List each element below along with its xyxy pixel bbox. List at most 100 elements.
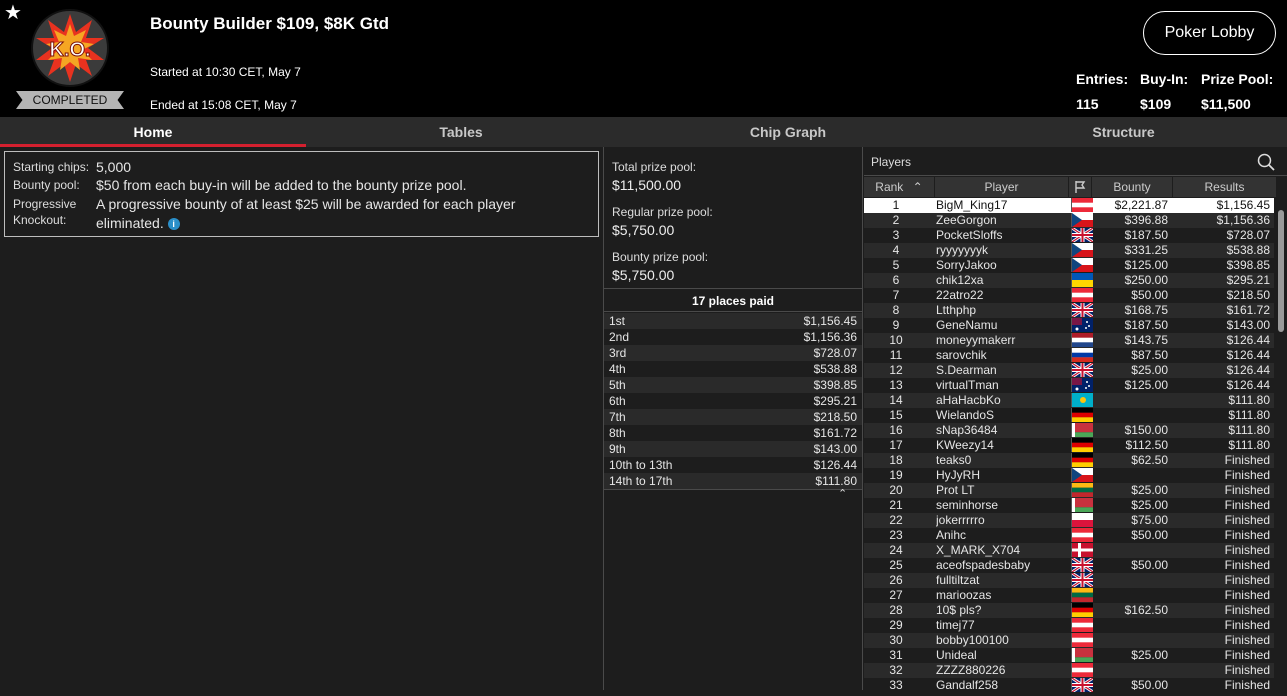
- player-rank: 32: [889, 663, 903, 677]
- player-row[interactable]: 16 sNap36484 $150.00 $111.80: [864, 423, 1274, 438]
- player-row[interactable]: 9 GeneNamu $187.50 $143.00: [864, 318, 1274, 333]
- player-name: bobby100100: [936, 633, 1009, 647]
- player-bounty: $62.50: [1131, 453, 1168, 467]
- player-rank: 22: [889, 513, 903, 527]
- player-row[interactable]: 10 moneyymakerr $143.75 $126.44: [864, 333, 1274, 348]
- player-bounty: $75.00: [1131, 513, 1168, 527]
- player-rank: 2: [892, 213, 900, 227]
- player-result: Finished: [1224, 588, 1270, 602]
- entries-label: Entries:: [1076, 71, 1129, 87]
- collapse-chevron-icon[interactable]: ⌃: [838, 487, 847, 500]
- player-name: ryyyyyyyk: [936, 243, 988, 257]
- player-row[interactable]: 23 Anihc $50.00 Finished: [864, 528, 1274, 543]
- player-rank: 26: [889, 573, 903, 587]
- de-flag-icon: [1071, 603, 1093, 617]
- player-row[interactable]: 24 X_MARK_X704 Finished: [864, 543, 1274, 558]
- player-name: ZZZZ880226: [936, 663, 1006, 677]
- player-row[interactable]: 2 ZeeGorgon $396.88 $1,156.36: [864, 213, 1274, 228]
- player-row[interactable]: 12 S.Dearman $25.00 $126.44: [864, 361, 1274, 379]
- payout-row: 14th to 17th $111.80: [604, 473, 862, 489]
- player-row[interactable]: 13 virtualTman $125.00 $126.44: [864, 378, 1274, 393]
- nl-flag-icon: [1071, 333, 1093, 347]
- tab-home[interactable]: Home: [0, 117, 306, 147]
- starting-chips-label: Starting chips:: [13, 160, 90, 174]
- column-flag[interactable]: [1069, 177, 1091, 197]
- player-result: $538.88: [1226, 243, 1270, 257]
- player-rank: 10: [889, 333, 903, 347]
- poker-lobby-button[interactable]: Poker Lobby: [1143, 11, 1276, 55]
- player-name: 22atro22: [936, 288, 984, 302]
- player-row[interactable]: 1 BigM_King17 $2,221.87 $1,156.45: [864, 198, 1274, 213]
- player-row[interactable]: 8 Ltthphp $168.75 $161.72: [864, 301, 1274, 319]
- by-flag-icon: [1071, 498, 1093, 512]
- player-row[interactable]: 15 WielandoS $111.80: [864, 408, 1274, 423]
- player-name: 10$ pls?: [936, 603, 982, 617]
- player-rank: 24: [889, 543, 903, 557]
- player-row[interactable]: 30 bobby100100 Finished: [864, 633, 1274, 648]
- player-row[interactable]: 31 Unideal $25.00 Finished: [864, 648, 1274, 663]
- player-row[interactable]: 27 marioozas Finished: [864, 588, 1274, 603]
- player-row[interactable]: 7 22atro22 $50.00 $218.50: [864, 288, 1274, 303]
- player-name: Unideal: [936, 648, 977, 662]
- favorite-star-icon[interactable]: ★: [4, 3, 22, 23]
- player-name: SorryJakoo: [936, 258, 997, 272]
- player-row[interactable]: 20 Prot LT $25.00 Finished: [864, 483, 1274, 498]
- player-row[interactable]: 5 SorryJakoo $125.00 $398.85: [864, 258, 1274, 273]
- search-icon[interactable]: [1257, 153, 1275, 171]
- player-row[interactable]: 22 jokerrrrro $75.00 Finished: [864, 513, 1274, 528]
- player-row[interactable]: 3 PocketSloffs $187.50 $728.07: [864, 226, 1274, 244]
- player-row[interactable]: 32 ZZZZ880226 Finished: [864, 663, 1274, 678]
- sort-ascending-icon: ⌃: [912, 180, 923, 194]
- at-flag-icon: [1071, 663, 1093, 677]
- player-name: S.Dearman: [936, 363, 997, 377]
- info-icon[interactable]: i: [167, 218, 180, 231]
- player-name: chik12xa: [936, 273, 984, 287]
- player-rank: 30: [889, 633, 903, 647]
- player-row[interactable]: 26 fulltiltzat Finished: [864, 571, 1274, 589]
- player-bounty: $396.88: [1124, 213, 1168, 227]
- at-flag-icon: [1071, 528, 1093, 542]
- player-row[interactable]: 29 timej77 Finished: [864, 618, 1274, 633]
- pko-label-line1: Progressive: [13, 197, 77, 211]
- player-row[interactable]: 11 sarovchik $87.50 $126.44: [864, 348, 1274, 363]
- player-row[interactable]: 21 seminhorse $25.00 Finished: [864, 498, 1274, 513]
- player-row[interactable]: 33 Gandalf258 $50.00 Finished: [864, 676, 1274, 694]
- players-title: Players: [871, 155, 912, 169]
- player-row[interactable]: 17 KWeezy14 $112.50 $111.80: [864, 438, 1274, 453]
- player-bounty: $162.50: [1124, 603, 1168, 617]
- payout-amount: $1,156.36: [803, 330, 857, 344]
- tab-chip-graph[interactable]: Chip Graph: [616, 117, 960, 147]
- buyin-value: $109: [1140, 96, 1172, 112]
- player-name: seminhorse: [936, 498, 999, 512]
- player-row[interactable]: 25 aceofspadesbaby $50.00 Finished: [864, 556, 1274, 574]
- payout-place: 9th: [609, 442, 626, 456]
- player-rank: 15: [889, 408, 903, 422]
- tab-structure[interactable]: Structure: [960, 117, 1287, 147]
- column-results[interactable]: Results: [1173, 177, 1276, 197]
- player-row[interactable]: 4 ryyyyyyyk $331.25 $538.88: [864, 243, 1274, 258]
- player-bounty: $25.00: [1131, 483, 1168, 497]
- column-player[interactable]: Player: [935, 177, 1068, 197]
- payout-row: 8th $161.72: [604, 425, 862, 441]
- player-row[interactable]: 6 chik12xa $250.00 $295.21: [864, 273, 1274, 288]
- ua-flag-icon: [1071, 273, 1093, 287]
- player-row[interactable]: 18 teaks0 $62.50 Finished: [864, 453, 1274, 468]
- player-row[interactable]: 19 HyJyRH Finished: [864, 468, 1274, 483]
- cz-flag-icon: [1071, 468, 1093, 482]
- tab-tables[interactable]: Tables: [306, 117, 616, 147]
- player-rank: 29: [889, 618, 903, 632]
- player-result: $126.44: [1226, 348, 1270, 362]
- player-name: sNap36484: [936, 423, 998, 437]
- payout-place: 4th: [609, 362, 626, 376]
- player-row[interactable]: 28 10$ pls? $162.50 Finished: [864, 603, 1274, 618]
- de-flag-icon: [1071, 408, 1093, 422]
- player-bounty: $143.75: [1124, 333, 1168, 347]
- column-rank[interactable]: Rank ⌃: [864, 177, 934, 197]
- player-result: $111.80: [1228, 423, 1270, 437]
- player-name: KWeezy14: [936, 438, 994, 452]
- player-row[interactable]: 14 aHaHacbKo $111.80: [864, 393, 1274, 408]
- column-bounty[interactable]: Bounty: [1092, 177, 1172, 197]
- payout-place: 3rd: [609, 346, 627, 360]
- players-scrollbar-thumb[interactable]: [1278, 210, 1284, 332]
- player-name: timej77: [936, 618, 975, 632]
